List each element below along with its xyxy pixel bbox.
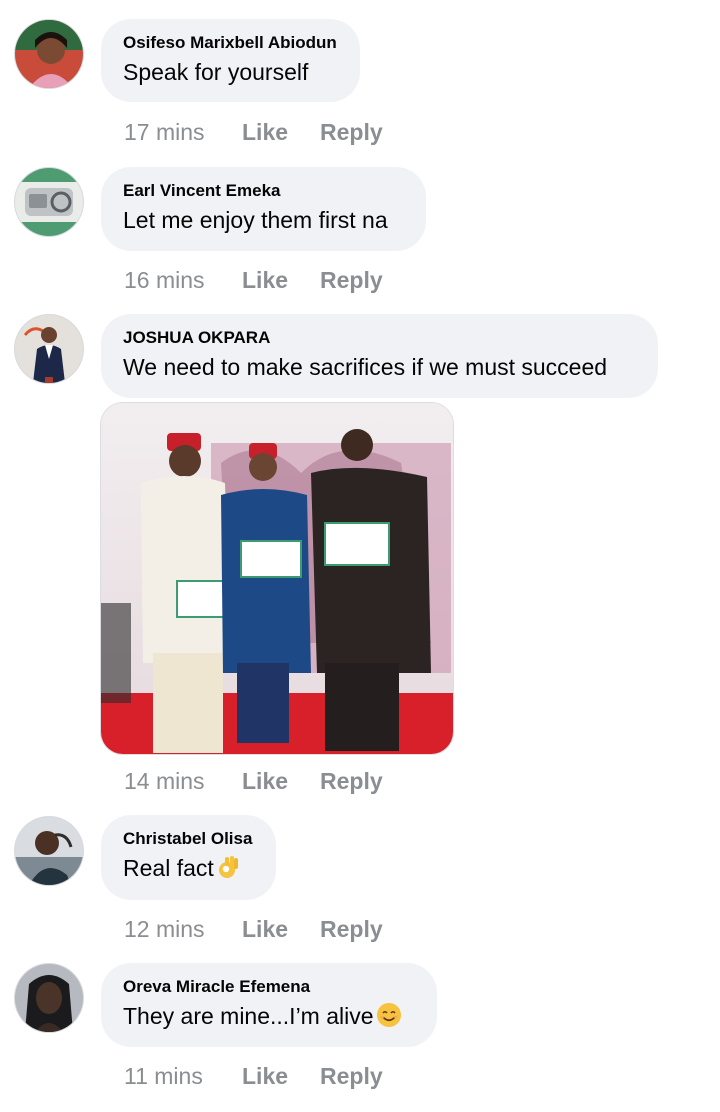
comment-actions: 14 mins Like Reply <box>124 767 383 795</box>
smiling-face-emoji-icon <box>376 1003 401 1027</box>
comment-text-content: Real fact <box>123 855 214 881</box>
comment-time[interactable]: 14 mins <box>124 767 242 795</box>
avatar[interactable] <box>15 20 83 88</box>
comment-author[interactable]: Osifeso Marixbell Abiodun <box>123 33 337 53</box>
like-button[interactable]: Like <box>242 118 320 146</box>
comment-text: We need to make sacrifices if we must su… <box>123 354 608 380</box>
comment-author[interactable]: JOSHUA OKPARA <box>123 328 634 348</box>
avatar[interactable] <box>15 964 83 1032</box>
avatar-image <box>15 817 83 885</box>
comment-text: Real fact <box>123 853 252 883</box>
avatar-image <box>15 20 83 88</box>
comment-actions: 11 mins Like Reply <box>124 1062 383 1090</box>
comment-author[interactable]: Christabel Olisa <box>123 829 252 849</box>
comment-attached-photo[interactable] <box>101 403 453 754</box>
comment-text: Speak for yourself <box>123 59 309 85</box>
comment-actions: 12 mins Like Reply <box>124 915 383 943</box>
comment-bubble[interactable]: Osifeso Marixbell Abiodun Speak for your… <box>101 19 360 102</box>
reply-button[interactable]: Reply <box>320 266 383 294</box>
comment-bubble[interactable]: JOSHUA OKPARA We need to make sacrifices… <box>101 314 658 398</box>
comment-bubble[interactable]: Earl Vincent Emeka Let me enjoy them fir… <box>101 167 426 251</box>
comment-time[interactable]: 17 mins <box>124 118 242 146</box>
avatar[interactable] <box>15 817 83 885</box>
comment-author[interactable]: Earl Vincent Emeka <box>123 181 402 201</box>
like-button[interactable]: Like <box>242 266 320 294</box>
reply-button[interactable]: Reply <box>320 118 383 146</box>
reply-button[interactable]: Reply <box>320 767 383 795</box>
award-ceremony-photo <box>101 403 453 754</box>
comment-text: They are mine...I’m alive <box>123 1001 413 1031</box>
comment-author[interactable]: Oreva Miracle Efemena <box>123 977 413 997</box>
comment-time[interactable]: 11 mins <box>124 1062 242 1090</box>
comment-actions: 17 mins Like Reply <box>124 118 383 146</box>
comment-item: Earl Vincent Emeka Let me enjoy them fir… <box>0 160 720 310</box>
avatar[interactable] <box>15 315 83 383</box>
comment-actions: 16 mins Like Reply <box>124 266 383 294</box>
reply-button[interactable]: Reply <box>320 915 383 943</box>
comment-time[interactable]: 16 mins <box>124 266 242 294</box>
comment-text-content: They are mine...I’m alive <box>123 1003 374 1029</box>
comment-bubble[interactable]: Christabel Olisa Real fact <box>101 815 276 900</box>
like-button[interactable]: Like <box>242 915 320 943</box>
like-button[interactable]: Like <box>242 767 320 795</box>
comment-bubble[interactable]: Oreva Miracle Efemena They are mine...I’… <box>101 963 437 1047</box>
like-button[interactable]: Like <box>242 1062 320 1090</box>
comment-time[interactable]: 12 mins <box>124 915 242 943</box>
ok-hand-emoji-icon <box>218 856 238 878</box>
avatar[interactable] <box>15 168 83 236</box>
comment-text: Let me enjoy them first na <box>123 207 388 233</box>
comment-item: Osifeso Marixbell Abiodun Speak for your… <box>0 0 720 160</box>
avatar-image <box>15 315 83 383</box>
avatar-image <box>15 168 83 236</box>
avatar-image <box>15 964 83 1032</box>
reply-button[interactable]: Reply <box>320 1062 383 1090</box>
